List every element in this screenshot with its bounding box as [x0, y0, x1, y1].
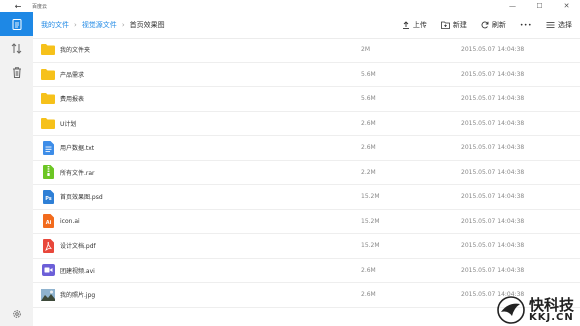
upload-button[interactable]: 上传 [402, 20, 427, 30]
file-date: 2015.05.07 14:04:38 [461, 119, 525, 127]
toolbar-actions: 上传 新建 刷新 ••• 选择 [388, 12, 572, 38]
file-date: 2015.05.07 14:04:38 [461, 70, 525, 78]
file-size: 5.6M [361, 70, 376, 78]
svg-text:Ai: Ai [45, 220, 51, 226]
svg-text:Ps: Ps [45, 196, 52, 202]
file-size: 2M [361, 46, 370, 54]
title-bar: ← 百度云 — ☐ ✕ [0, 0, 580, 12]
more-icon: ••• [519, 21, 532, 29]
file-size: 2.6M [361, 291, 376, 299]
image-file-icon [41, 288, 55, 302]
file-date: 2015.05.07 14:04:38 [461, 144, 525, 152]
file-row[interactable]: U计划 2.6M 2015.05.07 14:04:38 [33, 112, 580, 136]
watermark-brand: 快科技 [528, 295, 574, 314]
rar-file-icon [41, 165, 55, 180]
file-name: 产品需求 [60, 71, 85, 79]
file-size: 15.2M [361, 193, 380, 201]
bird-logo-icon [497, 296, 525, 324]
file-name: 团建视频.avi [60, 267, 95, 275]
txt-file-icon [41, 140, 55, 155]
file-name: 所有文件.rar [60, 169, 95, 177]
file-row[interactable]: 费用报表 5.6M 2015.05.07 14:04:38 [33, 87, 580, 112]
maximize-icon[interactable]: ☐ [526, 0, 553, 12]
folder-icon [41, 43, 55, 57]
sidebar-item-trash[interactable] [0, 60, 33, 84]
video-file-icon [41, 263, 55, 277]
upload-icon [402, 21, 409, 29]
file-size: 15.2M [361, 217, 380, 225]
new-folder-icon [440, 21, 450, 29]
minimize-icon[interactable]: — [499, 0, 526, 12]
pdf-file-icon [41, 238, 55, 253]
toolbar: 我的文件 › 视觉源文件 › 首页效果图 上传 新建 刷新 ••• 选择 [33, 12, 580, 39]
file-date: 2015.05.07 14:04:38 [461, 46, 525, 54]
refresh-label: 刷新 [491, 21, 506, 29]
gear-icon [12, 310, 21, 318]
back-icon[interactable]: ← [12, 0, 24, 12]
transfer-icon [11, 42, 22, 54]
sidebar-item-files[interactable] [0, 12, 33, 36]
file-size: 2.6M [361, 144, 376, 152]
file-row[interactable]: 用户数据.txt 2.6M 2015.05.07 14:04:38 [33, 136, 580, 161]
file-date: 2015.05.07 14:04:38 [461, 266, 525, 274]
select-label: 选择 [558, 21, 572, 29]
file-name: 我的文件夹 [60, 47, 91, 55]
new-button[interactable]: 新建 [440, 20, 467, 30]
file-row[interactable]: 所有文件.rar 2.2M 2015.05.07 14:04:38 [33, 161, 580, 185]
file-name: 用户数据.txt [60, 145, 95, 153]
file-row[interactable]: 团建视频.avi 2.6M 2015.05.07 14:04:38 [33, 259, 580, 283]
sidebar [0, 12, 33, 326]
chevron-right-icon: › [74, 21, 77, 29]
breadcrumb-item-my-files[interactable]: 我的文件 [41, 20, 69, 30]
psd-file-icon: Ps [41, 189, 55, 204]
window-controls: — ☐ ✕ [499, 0, 580, 12]
file-name: icon.ai [60, 217, 80, 225]
file-date: 2015.05.07 14:04:38 [461, 168, 525, 176]
folder-icon [41, 92, 55, 106]
breadcrumb-item-visual-source[interactable]: 视觉源文件 [82, 20, 117, 30]
close-icon[interactable]: ✕ [553, 0, 580, 12]
file-date: 2015.05.07 14:04:38 [461, 242, 525, 250]
window-title: 百度云 [32, 3, 48, 10]
ai-file-icon: Ai [41, 214, 55, 229]
refresh-icon [481, 21, 489, 29]
file-size: 15.2M [361, 242, 380, 250]
file-size: 2.6M [361, 266, 376, 274]
document-icon [12, 18, 21, 30]
refresh-button[interactable]: 刷新 [481, 20, 506, 30]
file-size: 5.6M [361, 95, 376, 103]
file-size: 2.2M [361, 168, 376, 176]
file-name: 设计文档.pdf [60, 243, 96, 251]
file-name: 我的照片.jpg [60, 292, 96, 300]
select-button[interactable]: 选择 [546, 20, 572, 30]
file-name: 首页效果图.psd [60, 194, 103, 202]
folder-icon [41, 67, 55, 81]
more-button[interactable]: ••• [520, 22, 532, 29]
chevron-right-icon: › [121, 21, 125, 29]
file-date: 2015.05.07 14:04:38 [461, 217, 525, 225]
watermark: 快科技 KKJ.CN [496, 296, 574, 324]
file-list: 我的文件夹 2M 2015.05.07 14:04:38 产品需求 5.6M 2… [33, 38, 580, 308]
new-label: 新建 [452, 21, 467, 29]
file-row[interactable]: Ps 首页效果图.psd 15.2M 2015.05.07 14:04:38 [33, 185, 580, 210]
folder-icon [41, 116, 55, 130]
trash-icon [12, 66, 21, 78]
file-row[interactable]: 设计文档.pdf 15.2M 2015.05.07 14:04:38 [33, 234, 580, 259]
file-date: 2015.05.07 14:04:38 [461, 95, 525, 103]
upload-label: 上传 [412, 21, 427, 29]
file-name: 费用报表 [60, 96, 85, 104]
file-row[interactable]: Ai icon.ai 15.2M 2015.05.07 14:04:38 [33, 210, 580, 234]
sidebar-item-settings[interactable] [0, 302, 33, 326]
file-row[interactable]: 产品需求 5.6M 2015.05.07 14:04:38 [33, 63, 580, 87]
sidebar-item-transfer[interactable] [0, 36, 33, 60]
file-size: 2.6M [361, 119, 376, 127]
file-name: U计划 [60, 120, 77, 128]
breadcrumb: 我的文件 › 视觉源文件 › 首页效果图 [41, 20, 165, 30]
breadcrumb-item-current: 首页效果图 [129, 21, 165, 29]
select-icon [546, 22, 555, 28]
watermark-domain: KKJ.CN [528, 311, 574, 323]
file-row[interactable]: 我的文件夹 2M 2015.05.07 14:04:38 [33, 38, 580, 63]
file-date: 2015.05.07 14:04:38 [461, 193, 525, 201]
